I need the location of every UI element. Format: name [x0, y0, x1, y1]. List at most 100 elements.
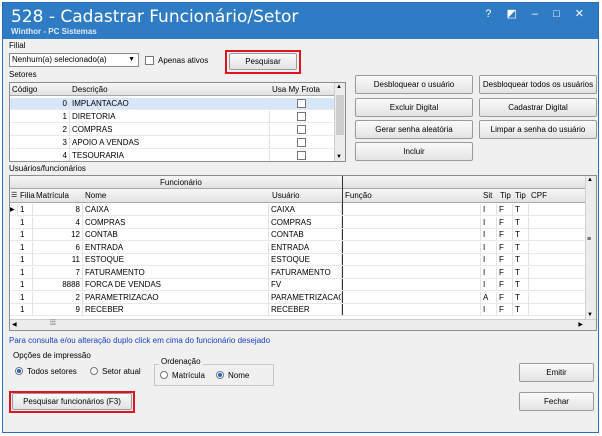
cell-usuario: CONTAB: [269, 229, 342, 241]
cell-cpf: [529, 229, 586, 241]
setor-codigo: 4: [10, 150, 70, 161]
usuario-row[interactable]: 1 6 ENTRADA ENTRADA I F T: [10, 241, 586, 254]
setor-descricao: APOIO A VENDAS: [70, 137, 270, 149]
setor-atual-radio[interactable]: [90, 367, 98, 375]
cell-filial: 1: [18, 216, 33, 229]
window-controls[interactable]: ? ◩ – □ ✕: [485, 7, 590, 20]
window-subtitle: Winthor - PC Sistemas: [11, 27, 97, 36]
usuarios-hscrollbar[interactable]: ◀ ⁞⁞⁞ ▶: [10, 319, 596, 330]
cell-tip2: T: [513, 216, 529, 229]
column-chooser-icon[interactable]: ☰: [11, 191, 17, 199]
cell-funcao: [343, 254, 481, 266]
cell-usuario: PARAMETRIZACAO: [271, 291, 342, 304]
col-funcao[interactable]: Função: [345, 191, 372, 200]
todos-setores-radio[interactable]: [15, 367, 23, 375]
incluir-button[interactable]: Incluir: [355, 142, 473, 161]
cell-usuario: ENTRADA: [269, 241, 342, 254]
cell-nome: ESTOQUE: [83, 254, 269, 266]
cell-sit: I: [481, 254, 497, 266]
cell-usuario: FATURAMENTO: [269, 266, 342, 279]
usa-my-frota-checkbox[interactable]: [297, 99, 306, 108]
chevron-down-icon: ▼: [128, 56, 135, 63]
cell-filial: 1: [18, 266, 33, 279]
scroll-right-icon[interactable]: ▶: [578, 321, 583, 328]
cell-nome: FATURAMENTO: [83, 266, 269, 279]
matricula-radio[interactable]: [160, 371, 168, 379]
scroll-left-icon[interactable]: ◀: [12, 321, 17, 328]
apenas-ativos-checkbox[interactable]: [145, 56, 154, 65]
scroll-grip-icon[interactable]: ⁞⁞⁞: [50, 320, 56, 327]
filial-select[interactable]: Nenhum(a) selecionado(a) ▼: [9, 53, 139, 67]
usuario-row[interactable]: 1 4 COMPRAS COMPRAS I F T: [10, 216, 586, 229]
cell-tip2: T: [513, 291, 529, 304]
pesquisar-button[interactable]: Pesquisar: [229, 53, 297, 70]
usuario-row[interactable]: 1 12 CONTAB CONTAB I F T: [10, 229, 586, 241]
setores-grid[interactable]: Código Descrição Usa My Frota 0 IMPLANTA…: [9, 82, 346, 162]
cell-usuario: ESTOQUE: [269, 254, 342, 266]
cell-filial: 1: [18, 291, 33, 304]
scroll-down-icon[interactable]: ▼: [587, 312, 593, 318]
pesquisar-funcionarios-button[interactable]: Pesquisar funcionários (F3): [12, 393, 132, 410]
setor-codigo: 2: [10, 124, 70, 136]
cell-cpf: [529, 291, 586, 304]
scroll-up-icon[interactable]: ▲: [336, 84, 342, 90]
setor-row[interactable]: 2 COMPRAS: [10, 124, 336, 136]
col-tip[interactable]: Tip: [500, 191, 511, 200]
nome-label: Nome: [228, 371, 250, 380]
usuario-row[interactable]: ▶ 1 8 CAIXA CAIXA I F T: [10, 204, 586, 216]
fechar-button[interactable]: Fechar: [519, 392, 594, 411]
col-usa-my-frota[interactable]: Usa My Frota: [272, 85, 320, 94]
gerar-senha-button[interactable]: Gerar senha aleatória: [355, 120, 473, 139]
ordenacao-label: Ordenação: [159, 357, 203, 366]
desbloquear-todos-button[interactable]: Desbloquear todos os usuários: [479, 75, 597, 94]
limpar-senha-button[interactable]: Limpar a senha do usuário: [479, 120, 597, 139]
group-divider: [342, 176, 343, 189]
scroll-up-icon[interactable]: ▲: [587, 177, 593, 183]
usa-my-frota-checkbox[interactable]: [297, 151, 306, 160]
desbloquear-usuario-button[interactable]: Desbloquear o usuário: [355, 75, 473, 94]
cadastrar-digital-button[interactable]: Cadastrar Digital: [479, 98, 597, 117]
cell-filial: 1: [18, 241, 33, 254]
setor-row[interactable]: 3 APOIO A VENDAS: [10, 137, 336, 149]
excluir-digital-button[interactable]: Excluir Digital: [355, 98, 473, 117]
usuarios-grid[interactable]: Funcionário ☰ Filia Matrícula Nome Usuár…: [9, 175, 597, 331]
scroll-down-icon[interactable]: ▼: [336, 154, 342, 160]
usuarios-vscrollbar[interactable]: ▲ ≡ ▼: [585, 176, 596, 319]
usuario-row[interactable]: 1 8888 FORCA DE VENDAS FV I F T: [10, 279, 586, 291]
col-filial[interactable]: Filia: [20, 191, 35, 200]
cell-nome: FORCA DE VENDAS: [83, 279, 269, 291]
emitir-button[interactable]: Emitir: [519, 363, 594, 382]
col-sit[interactable]: Sit: [483, 191, 492, 200]
usuario-row[interactable]: 1 2 PARAMETRIZACAO PARAMETRIZACAO A F T: [10, 291, 586, 304]
scroll-grip-icon[interactable]: ≡: [587, 236, 591, 243]
setor-row[interactable]: 4 TESOURARIA: [10, 150, 336, 161]
usuario-row[interactable]: 1 11 ESTOQUE ESTOQUE I F T: [10, 254, 586, 266]
cell-tip2: T: [513, 204, 529, 216]
col-codigo[interactable]: Código: [12, 85, 37, 94]
col-descricao[interactable]: Descrição: [72, 85, 108, 94]
cell-sit: A: [481, 291, 497, 304]
cell-funcao: [343, 266, 481, 279]
setor-row[interactable]: 0 IMPLANTACAO: [10, 98, 336, 110]
cell-nome: CONTAB: [83, 229, 269, 241]
setor-descricao: COMPRAS: [70, 124, 270, 136]
usa-my-frota-checkbox[interactable]: [297, 125, 306, 134]
col-usuario[interactable]: Usuário: [272, 191, 300, 200]
setores-scrollbar[interactable]: ▲ ▼: [334, 83, 345, 161]
usuario-row[interactable]: 1 7 FATURAMENTO FATURAMENTO I F T: [10, 266, 586, 279]
setor-row[interactable]: 1 DIRETORIA: [10, 111, 336, 123]
col-cpf[interactable]: CPF: [531, 191, 547, 200]
opcoes-impressao-label: Opções de impressão: [13, 351, 91, 360]
cell-nome: CAIXA: [83, 204, 269, 216]
col-matricula[interactable]: Matrícula: [36, 191, 69, 200]
usuario-row[interactable]: 1 9 RECEBER RECEBER I F T: [10, 304, 586, 316]
cell-matricula: 8: [33, 204, 83, 216]
usa-my-frota-checkbox[interactable]: [297, 138, 306, 147]
col-nome[interactable]: Nome: [85, 191, 106, 200]
cell-tip1: F: [497, 229, 513, 241]
apenas-ativos-label: Apenas ativos: [158, 56, 209, 65]
col-tip-2[interactable]: Tip: [515, 191, 526, 200]
nome-radio[interactable]: [216, 371, 224, 379]
usa-my-frota-checkbox[interactable]: [297, 112, 306, 121]
scroll-thumb[interactable]: [336, 95, 344, 135]
